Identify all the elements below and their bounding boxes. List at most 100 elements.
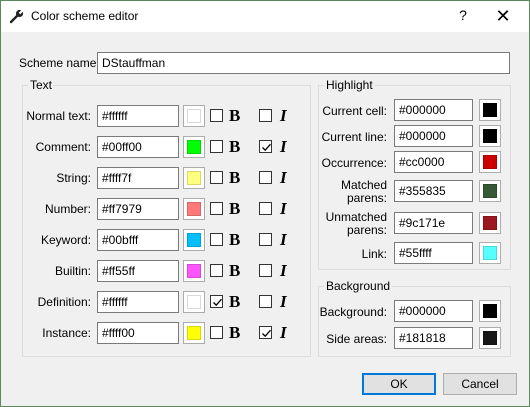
highlight-row-label-line2: parens: [346,223,387,237]
color-swatch [187,233,201,247]
color-picker-button[interactable] [479,125,501,147]
highlight-color-input[interactable]: #000000 [394,125,473,147]
text-color-input[interactable]: #00bfff [97,229,179,251]
bold-icon: B [229,261,241,280]
highlight-color-input[interactable]: #000000 [394,99,473,121]
color-picker-button[interactable] [183,167,205,189]
bold-checkbox[interactable] [210,326,223,339]
italic-checkbox[interactable] [259,109,272,122]
italic-checkbox[interactable] [259,326,272,339]
highlight-row-label: Link: [361,247,387,261]
text-color-input[interactable]: #00ff00 [97,136,179,158]
bold-checkbox[interactable] [210,140,223,153]
color-picker-button[interactable] [479,180,501,202]
bold-checkbox[interactable] [210,202,223,215]
text-color-input[interactable]: #ffff7f [97,167,179,189]
color-picker-button[interactable] [479,151,501,173]
color-swatch [187,295,201,309]
color-swatch [483,129,497,143]
color-picker-button[interactable] [183,291,205,313]
text-row-label: Normal text: [26,109,91,123]
color-swatch [187,264,201,278]
text-color-input[interactable]: #ff7979 [97,198,179,220]
background-row-label: Side areas: [326,332,387,346]
bold-checkbox[interactable] [210,295,223,308]
background-color-input[interactable]: #000000 [394,300,473,322]
italic-checkbox[interactable] [259,171,272,184]
italic-checkbox[interactable] [259,233,272,246]
text-color-input[interactable]: #ffffff [97,105,179,127]
italic-checkbox[interactable] [259,295,272,308]
highlight-color-input[interactable]: #355835 [394,180,473,202]
highlight-color-input[interactable]: #55ffff [394,242,473,264]
color-swatch [187,109,201,123]
background-row-label: Background: [319,305,387,319]
ok-button[interactable]: OK [362,373,436,395]
text-row-label: Builtin: [54,264,91,278]
color-swatch [187,202,201,216]
color-swatch [483,304,497,318]
italic-icon: I [280,323,287,342]
text-row-label: Keyword: [40,233,91,247]
italic-checkbox[interactable] [259,264,272,277]
color-picker-button[interactable] [479,99,501,121]
highlight-row-label: Current cell: [322,104,387,118]
color-picker-button[interactable] [183,229,205,251]
text-row-label: Definition: [37,295,91,309]
text-color-input[interactable]: #ff55ff [97,260,179,282]
background-group-title: Background [324,279,393,293]
bold-icon: B [229,168,241,187]
color-picker-button[interactable] [479,212,501,234]
italic-icon: I [280,261,287,280]
highlight-row-label-line2: parens: [346,191,387,205]
bold-icon: B [229,137,241,156]
color-swatch [483,184,497,198]
italic-icon: I [280,199,287,218]
italic-checkbox[interactable] [259,140,272,153]
highlight-row-label-line1: Unmatched [325,210,387,224]
bold-checkbox[interactable] [210,171,223,184]
text-color-input[interactable]: #ffffff [97,291,179,313]
title-bar: Color scheme editor ? ✕ [1,1,529,32]
color-swatch [483,246,497,260]
color-swatch [187,171,201,185]
text-color-input[interactable]: #ffff00 [97,322,179,344]
bold-checkbox[interactable] [210,264,223,277]
highlight-group-title: Highlight [324,78,375,92]
close-button[interactable]: ✕ [491,5,515,27]
bold-icon: B [229,199,241,218]
text-row-label: Instance: [42,326,91,340]
color-picker-button[interactable] [479,327,501,349]
color-picker-button[interactable] [183,105,205,127]
italic-icon: I [280,137,287,156]
color-picker-button[interactable] [183,322,205,344]
color-picker-button[interactable] [479,242,501,264]
color-picker-button[interactable] [183,136,205,158]
highlight-row-label-line1: Matched [340,178,387,192]
bold-checkbox[interactable] [210,233,223,246]
bold-icon: B [229,230,241,249]
highlight-color-input[interactable]: #cc0000 [394,151,473,173]
bold-icon: B [229,323,241,342]
highlight-color-input[interactable]: #9c171e [394,212,473,234]
color-picker-button[interactable] [479,300,501,322]
help-button[interactable]: ? [453,7,473,27]
window-title: Color scheme editor [31,9,139,23]
wrench-icon [9,9,24,24]
scheme-name-input[interactable]: DStauffman [97,52,510,74]
color-swatch [187,140,201,154]
italic-checkbox[interactable] [259,202,272,215]
color-picker-button[interactable] [183,198,205,220]
highlight-row-label: Occurrence: [321,156,387,170]
bold-checkbox[interactable] [210,109,223,122]
italic-icon: I [280,230,287,249]
cancel-button[interactable]: Cancel [443,373,517,395]
color-picker-button[interactable] [183,260,205,282]
color-swatch [483,103,497,117]
text-row-label: String: [56,171,91,185]
italic-icon: I [280,292,287,311]
background-color-input[interactable]: #181818 [394,327,473,349]
scheme-name-label: Scheme name: [19,56,100,70]
text-row-label: Number: [44,202,91,216]
color-swatch [483,155,497,169]
